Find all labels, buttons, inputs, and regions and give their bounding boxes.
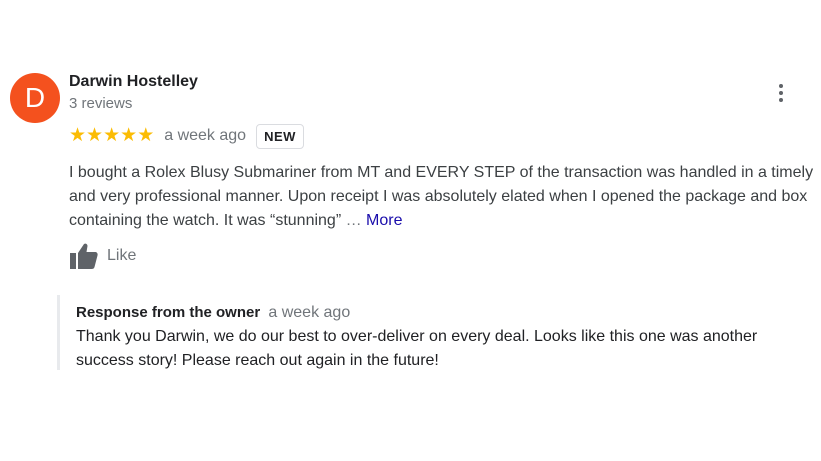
more-vert-icon-dot bbox=[779, 98, 783, 102]
star-icon: ★ bbox=[86, 125, 104, 146]
review-text: I bought a Rolex Blusy Submariner from M… bbox=[69, 161, 814, 233]
new-badge: NEW bbox=[256, 123, 304, 149]
owner-response: Response from the owner a week ago Thank… bbox=[57, 295, 810, 370]
star-icon: ★ bbox=[69, 125, 87, 146]
author-name[interactable]: Darwin Hostelley bbox=[69, 73, 198, 91]
star-rating: ★ ★ ★ ★ ★ bbox=[69, 126, 154, 146]
avatar-letter: D bbox=[24, 82, 46, 113]
star-icon: ★ bbox=[137, 125, 155, 146]
more-vert-icon bbox=[779, 84, 783, 88]
review-body: I bought a Rolex Blusy Submariner from M… bbox=[69, 164, 814, 229]
more-vert-icon-dot bbox=[779, 91, 783, 95]
owner-response-time: a week ago bbox=[268, 304, 351, 321]
review-time: a week ago bbox=[164, 127, 247, 144]
more-options-button[interactable] bbox=[768, 80, 794, 106]
review-card: D Darwin Hostelley 3 reviews ★ ★ ★ ★ ★ a… bbox=[0, 0, 821, 461]
owner-response-header: Response from the owner a week ago bbox=[76, 304, 350, 322]
review-ellipsis: … bbox=[341, 212, 367, 229]
owner-response-text: Thank you Darwin, we do our best to over… bbox=[76, 328, 758, 369]
review-count[interactable]: 3 reviews bbox=[69, 95, 132, 112]
like-button[interactable]: Like bbox=[69, 242, 136, 270]
thumb-up-icon bbox=[70, 243, 98, 269]
star-icon: ★ bbox=[103, 125, 121, 146]
avatar[interactable]: D bbox=[10, 73, 60, 123]
rating-row: ★ ★ ★ ★ ★ a week ago NEW bbox=[69, 122, 304, 150]
more-link[interactable]: More bbox=[366, 212, 402, 229]
like-label: Like bbox=[107, 247, 137, 264]
star-icon: ★ bbox=[120, 125, 138, 146]
owner-response-title: Response from the owner bbox=[76, 304, 261, 321]
